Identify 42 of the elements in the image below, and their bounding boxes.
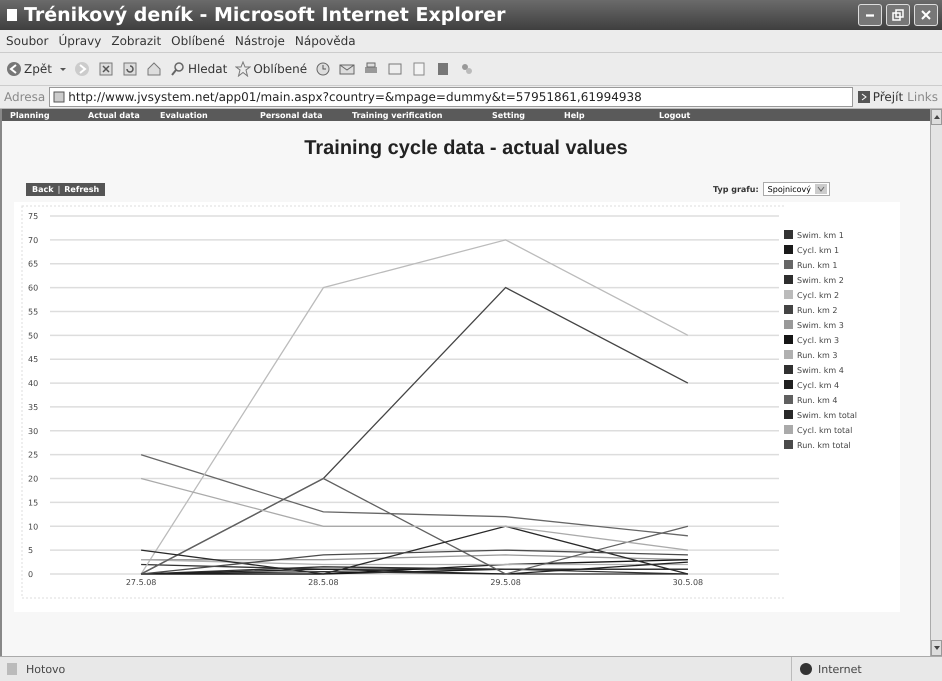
legend-label: Cycl. km total <box>797 425 854 436</box>
legend-label: Run. km 2 <box>797 305 838 316</box>
legend-label: Cycl. km 1 <box>797 245 840 256</box>
legend-label: Cycl. km 3 <box>797 335 840 346</box>
y-tick-label: 10 <box>28 522 38 532</box>
y-tick-label: 55 <box>28 307 38 316</box>
legend-label: Run. km 4 <box>797 395 838 406</box>
separator: | <box>58 184 60 194</box>
y-tick-label: 50 <box>28 331 38 340</box>
y-tick-label: 20 <box>28 474 38 484</box>
y-tick-label: 15 <box>28 498 38 508</box>
y-tick-label: 35 <box>28 402 38 412</box>
x-tick-label: 27.5.08 <box>126 578 156 587</box>
chart-type-label: Typ grafu: <box>712 184 759 194</box>
y-tick-label: 40 <box>28 379 38 388</box>
status-text: Hotovo <box>26 662 66 676</box>
x-tick-label: 28.5.08 <box>308 578 339 587</box>
y-tick-label: 5 <box>28 546 34 556</box>
x-tick-label: 29.5.08 <box>490 578 521 587</box>
legend-label: Run. km 3 <box>797 350 838 361</box>
legend-label: Swim. km 2 <box>797 275 845 286</box>
y-tick-label: 65 <box>28 260 38 269</box>
y-tick-label: 70 <box>28 236 38 245</box>
y-tick-label: 45 <box>28 355 38 364</box>
y-tick-label: 75 <box>28 212 38 221</box>
legend-label: Swim. km 1 <box>797 230 845 241</box>
legend-label: Swim. km total <box>797 410 857 421</box>
x-tick-label: 30.5.08 <box>672 578 704 587</box>
address-label: Adresa <box>4 90 46 104</box>
window-title: Trénikový deník - Microsoft Internet Explorer <box>24 4 507 26</box>
zone-text: Internet <box>818 662 862 676</box>
legend-label: Swim. km 3 <box>797 320 845 331</box>
y-tick-label: 60 <box>28 284 38 293</box>
legend-label: Cycl. km 2 <box>797 290 840 301</box>
legend-label: Swim. km 4 <box>797 365 845 376</box>
legend-label: Run. km total <box>797 440 852 451</box>
y-tick-label: 25 <box>28 450 38 460</box>
y-tick-label: 30 <box>28 426 38 436</box>
y-tick-label: 0 <box>28 570 34 579</box>
page-title: Training cycle data - actual values <box>303 137 629 160</box>
legend-label: Cycl. km 4 <box>797 380 840 391</box>
legend-label: Run. km 1 <box>797 260 838 271</box>
